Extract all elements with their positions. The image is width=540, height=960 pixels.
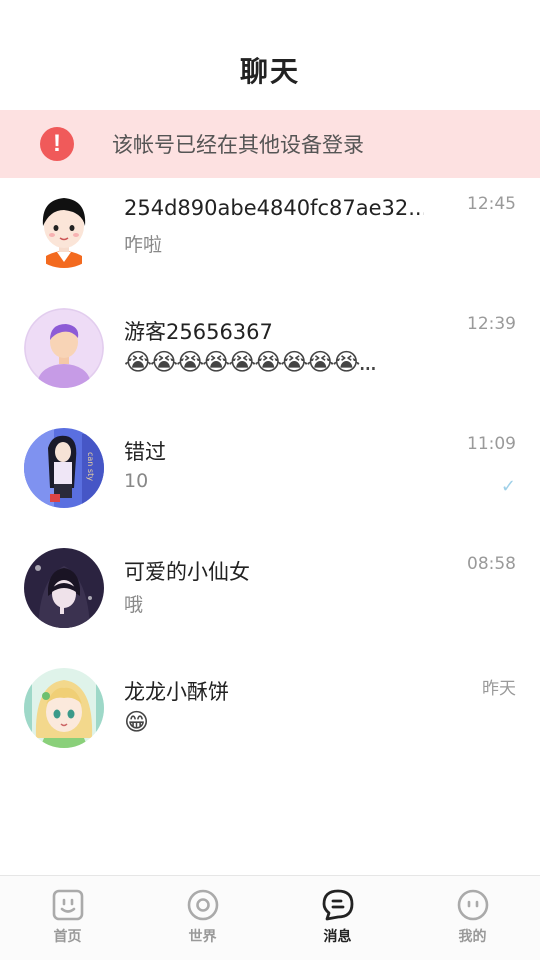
tab-profile[interactable]: 我的 bbox=[405, 876, 540, 960]
chat-item[interactable]: can sty 错过 11:09 10 ✓ bbox=[0, 418, 540, 538]
message-bubble-icon bbox=[322, 889, 353, 921]
chat-name: 错过 bbox=[124, 440, 166, 464]
svg-text:can sty: can sty bbox=[86, 452, 95, 481]
tab-home[interactable]: 首页 bbox=[0, 876, 135, 960]
chat-item[interactable]: 游客25656367 12:39 😭😭😭😭😭😭😭😭😭... bbox=[0, 298, 540, 418]
bottom-tab-bar: 首页 世界 消息 我的 bbox=[0, 875, 540, 960]
chat-time: 昨天 bbox=[482, 679, 516, 699]
chat-item[interactable]: 可爱的小仙女 08:58 哦 bbox=[0, 538, 540, 658]
chat-name: 龙龙小酥饼 bbox=[124, 680, 229, 704]
page-title: 聊天 bbox=[239, 55, 300, 88]
tab-messages[interactable]: 消息 bbox=[270, 876, 405, 960]
warning-text: 该帐号已经在其他设备登录 bbox=[112, 133, 364, 157]
chat-preview: 咋啦 bbox=[124, 234, 163, 256]
tab-label: 世界 bbox=[188, 929, 217, 945]
alert-icon: ! bbox=[40, 127, 74, 161]
tab-label: 消息 bbox=[323, 929, 352, 945]
chat-time: 11:09 bbox=[467, 434, 516, 454]
chat-name: 游客25656367 bbox=[124, 320, 273, 344]
boy-avatar bbox=[24, 188, 104, 268]
world-ring-icon bbox=[187, 889, 218, 921]
chat-name: 可爱的小仙女 bbox=[124, 560, 250, 584]
chat-time: 12:39 bbox=[467, 314, 516, 334]
home-face-icon bbox=[52, 889, 83, 921]
chat-preview: 哦 bbox=[124, 594, 144, 616]
tab-label: 首页 bbox=[53, 929, 82, 945]
blonde-girl-avatar bbox=[24, 668, 104, 748]
chat-item[interactable]: 龙龙小酥饼 昨天 😁 bbox=[0, 658, 540, 778]
chat-item[interactable]: 254d890abe4840fc87ae32... 12:45 咋啦 bbox=[0, 178, 540, 298]
hooded-boy-avatar bbox=[24, 548, 104, 628]
read-check-icon: ✓ bbox=[500, 476, 516, 497]
chat-time: 08:58 bbox=[467, 554, 516, 574]
tab-world[interactable]: 世界 bbox=[135, 876, 270, 960]
profile-face-icon bbox=[457, 889, 488, 921]
guest-avatar bbox=[24, 308, 104, 388]
login-warning-banner[interactable]: ! 该帐号已经在其他设备登录 bbox=[0, 110, 540, 178]
chat-preview: 😭😭😭😭😭😭😭😭😭... bbox=[124, 348, 377, 376]
app-header: 聊天 bbox=[0, 0, 540, 110]
chat-name: 254d890abe4840fc87ae32... bbox=[124, 196, 424, 220]
chat-preview: 10 bbox=[124, 470, 149, 492]
chat-preview: 😁 bbox=[124, 708, 149, 736]
chat-list: 254d890abe4840fc87ae32... 12:45 咋啦 游客256… bbox=[0, 178, 540, 778]
chat-time: 12:45 bbox=[467, 194, 516, 214]
anime-girl-avatar: can sty bbox=[24, 428, 104, 508]
tab-label: 我的 bbox=[458, 929, 487, 945]
